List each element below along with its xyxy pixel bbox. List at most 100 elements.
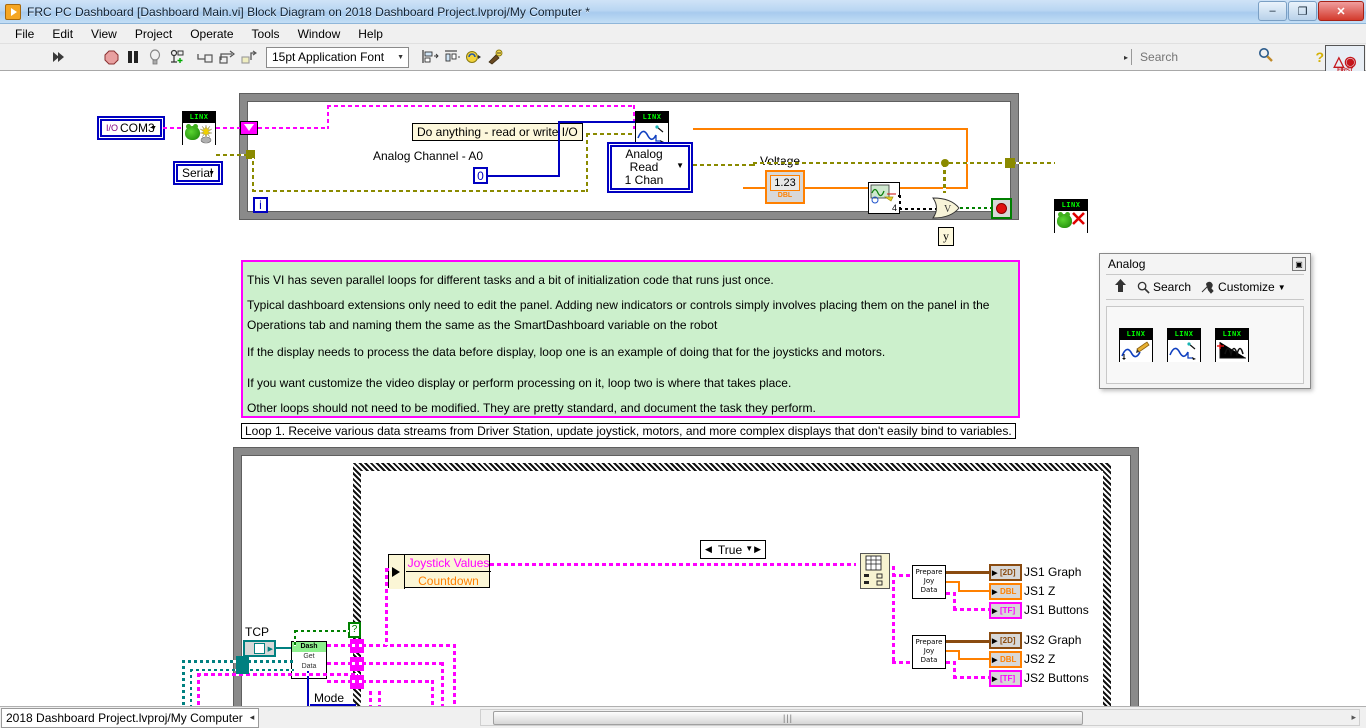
- doc-paragraph-6: Other loops should not need to be modifi…: [247, 400, 816, 415]
- case-selector[interactable]: ◀ True ▶: [700, 540, 767, 559]
- wire-pink-branch-e: [378, 691, 381, 706]
- menu-help[interactable]: Help: [349, 25, 392, 43]
- minimize-button[interactable]: –: [1258, 1, 1287, 21]
- window-controls: – ❐ ✕: [1258, 1, 1364, 21]
- wire-pink-js2-h: [953, 676, 990, 679]
- search-expand-arrow[interactable]: ▸: [1124, 53, 1128, 62]
- distribute-objects-icon[interactable]: [441, 47, 463, 68]
- step-over-icon[interactable]: [216, 47, 238, 68]
- bundle-input-port: [389, 555, 405, 589]
- horizontal-scrollbar[interactable]: ||| ▸: [480, 709, 1360, 726]
- retain-wire-values-icon[interactable]: [166, 47, 188, 68]
- palette-item-2-header: LINX: [1168, 329, 1200, 340]
- palette-item-analog-read-waveform[interactable]: LINX: [1215, 328, 1249, 362]
- wire-orange-js1-h: [958, 590, 990, 592]
- analog-read-glyph: [1168, 340, 1200, 362]
- search-input[interactable]: [1138, 49, 1259, 65]
- search-icon: [1137, 281, 1150, 294]
- linx-close-vi[interactable]: LINX: [1054, 199, 1088, 233]
- shift-register-label-y[interactable]: y: [938, 227, 954, 246]
- analog-palette-window[interactable]: Analog ▣ Search Customize ▼ LINX LINX LI…: [1099, 253, 1311, 389]
- prepare-joy-data-1[interactable]: Prepare Joy Data: [912, 565, 946, 599]
- prepare-joy-data-2[interactable]: Prepare Joy Data: [912, 635, 946, 669]
- align-objects-icon[interactable]: [419, 47, 441, 68]
- analog-read-ring[interactable]: Analog Read 1 Chan: [610, 145, 690, 190]
- wire-dash-out-2: [327, 662, 443, 665]
- case-selector-terminal[interactable]: ?: [348, 622, 361, 638]
- status-context-text: 2018 Dashboard Project.lvproj/My Compute…: [6, 710, 243, 725]
- analog-channel-constant[interactable]: 0: [473, 167, 488, 184]
- palette-search-button[interactable]: Search: [1137, 280, 1191, 294]
- tcp-refnum-control[interactable]: ▶: [243, 640, 276, 657]
- status-context-panel[interactable]: 2018 Dashboard Project.lvproj/My Compute…: [1, 707, 260, 728]
- case-next-arrow[interactable]: ▶: [752, 544, 763, 555]
- documentation-box[interactable]: This VI has seven parallel loops for dif…: [241, 260, 1020, 418]
- case-selector-value: True: [714, 543, 753, 557]
- unbundle-by-name-node[interactable]: [860, 553, 890, 589]
- search-icon[interactable]: [1258, 47, 1274, 68]
- palette-close-icon[interactable]: ▣: [1292, 257, 1306, 271]
- menu-project[interactable]: Project: [126, 25, 181, 43]
- loop1-note[interactable]: Loop 1. Receive various data streams fro…: [241, 423, 1016, 439]
- wire-pink-loop-bottom-left: [197, 673, 357, 676]
- menu-tools[interactable]: Tools: [243, 25, 289, 43]
- voltage-label: Voltage: [760, 154, 801, 168]
- horizontal-scrollbar-thumb[interactable]: |||: [493, 711, 1083, 725]
- io-refnum-icon: I/O: [106, 123, 119, 133]
- wait-until-ms-node[interactable]: 4: [868, 182, 900, 214]
- menu-file[interactable]: File: [6, 25, 43, 43]
- window-title: FRC PC Dashboard [Dashboard Main.vi] Blo…: [27, 4, 590, 19]
- wire-brown-js1: [946, 571, 989, 574]
- joystick-values-node[interactable]: Joystick Values Countdown: [388, 554, 491, 589]
- or-gate-node[interactable]: V: [931, 196, 961, 220]
- highlight-execution-icon[interactable]: [144, 47, 166, 68]
- restore-button[interactable]: ❐: [1288, 1, 1317, 21]
- indicator-js1-z-terminal[interactable]: DBL: [989, 583, 1022, 600]
- menu-edit[interactable]: Edit: [43, 25, 82, 43]
- status-collapse-arrow[interactable]: ◂: [250, 712, 255, 723]
- run-continuously-icon[interactable]: [48, 47, 70, 68]
- pause-icon[interactable]: [122, 47, 144, 68]
- linx-open-serial-vi[interactable]: LINX: [182, 111, 216, 145]
- indicator-js1-graph-terminal[interactable]: [2D]: [989, 564, 1022, 581]
- wire-pink-upper-run: [327, 105, 635, 107]
- palette-item-analog-write[interactable]: LINX: [1119, 328, 1153, 362]
- context-help-icon[interactable]: ?: [1315, 49, 1324, 65]
- voltage-indicator[interactable]: 1.23 DBL: [765, 170, 805, 204]
- menu-window[interactable]: Window: [289, 25, 350, 43]
- indicator-js1-buttons-terminal[interactable]: [TF]: [989, 602, 1022, 619]
- iteration-terminal-i[interactable]: i: [253, 197, 268, 213]
- wire-teal-loop-left2: [190, 669, 192, 706]
- indicator-js2-buttons-terminal[interactable]: [TF]: [989, 670, 1022, 687]
- step-into-icon[interactable]: [194, 47, 216, 68]
- wire-linx-to-tunnel-pink: [216, 127, 242, 129]
- font-selector[interactable]: 15pt Application Font: [266, 46, 409, 68]
- block-diagram-canvas[interactable]: i I/O COM3 LINX Serial: [0, 71, 1366, 706]
- palette-item-analog-read[interactable]: LINX: [1167, 328, 1201, 362]
- indicator-js2-graph-terminal[interactable]: [2D]: [989, 632, 1022, 649]
- stop-button-terminal[interactable]: [991, 198, 1012, 219]
- wire-pink-branch-a: [453, 644, 456, 706]
- wire-dash-out-1: [327, 644, 455, 647]
- teal-shift-register-left[interactable]: [236, 656, 249, 674]
- stop-glyph: [996, 203, 1007, 214]
- serial-selector[interactable]: Serial: [176, 164, 220, 182]
- up-arrow-icon[interactable]: [1114, 278, 1127, 296]
- step-out-icon[interactable]: [238, 47, 260, 68]
- wire-pink-top-run: [258, 127, 328, 129]
- palette-customize-button[interactable]: Customize ▼: [1201, 280, 1286, 294]
- menu-view[interactable]: View: [82, 25, 126, 43]
- clean-up-diagram-icon[interactable]: [485, 47, 507, 68]
- linx-analog-read-vi[interactable]: LINX: [635, 111, 669, 145]
- wire-olive-read-out: [693, 164, 755, 166]
- linx-read-header: LINX: [636, 112, 668, 123]
- menu-operate[interactable]: Operate: [181, 25, 242, 43]
- case-prev-arrow[interactable]: ◀: [703, 544, 714, 555]
- indicator-js2-z-terminal[interactable]: DBL: [989, 651, 1022, 668]
- close-button[interactable]: ✕: [1318, 1, 1364, 21]
- linx-close-header: LINX: [1055, 200, 1087, 211]
- abort-execution-icon[interactable]: [100, 47, 122, 68]
- reorder-icon[interactable]: [463, 47, 485, 68]
- com-port-control[interactable]: I/O COM3: [100, 119, 162, 137]
- scroll-right-arrow[interactable]: ▸: [1351, 712, 1356, 723]
